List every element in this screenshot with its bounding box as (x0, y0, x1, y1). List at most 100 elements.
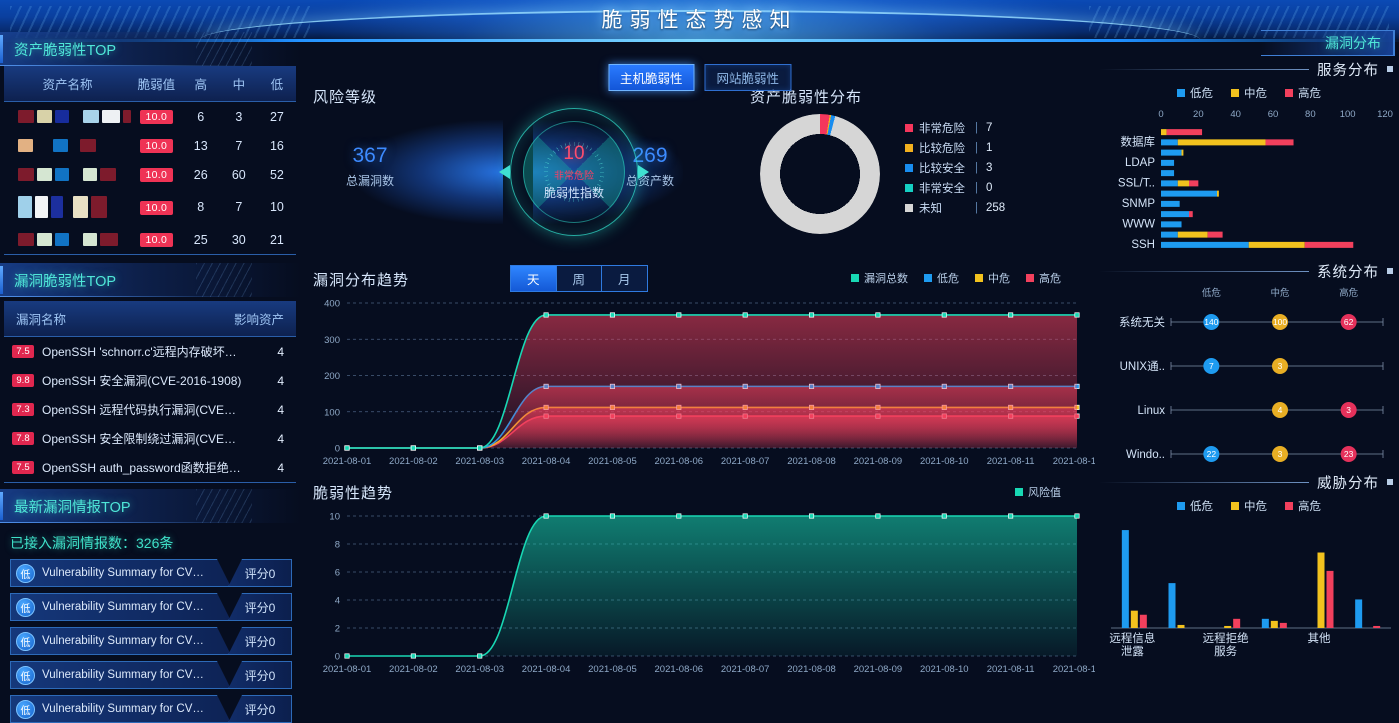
list-item[interactable]: 低 Vulnerability Summary for CV… 评分0 (10, 559, 292, 587)
vuln-affected-assets: 4 (277, 402, 284, 417)
tab-website-vulnerability[interactable]: 网站脆弱性 (704, 64, 792, 91)
svg-text:60: 60 (1268, 109, 1279, 120)
asset-high-count: 13 (193, 138, 208, 153)
legend-item: 比较安全 | 3 (905, 158, 1005, 178)
list-item[interactable]: 7.8 OpenSSH 安全限制绕过漏洞(CVE… 4 (4, 424, 296, 453)
intel-main[interactable]: 低 Vulnerability Summary for CV… (10, 661, 231, 689)
asset-panel-title: 资产脆弱性TOP (14, 42, 117, 59)
legend-label: 非常安全 (919, 183, 965, 195)
asset-medium-count: 60 (231, 167, 246, 182)
asset-name-redacted (4, 131, 131, 160)
intel-name: Vulnerability Summary for CV… (42, 601, 204, 613)
range-day-button[interactable]: 天 (511, 266, 557, 291)
intel-main[interactable]: 低 Vulnerability Summary for CV… (10, 559, 231, 587)
table-row[interactable]: 10.0 13 7 16 (4, 131, 296, 160)
legend-item[interactable]: 低危 (1177, 85, 1213, 101)
legend-item[interactable]: 中危 (1231, 85, 1267, 101)
asset-low-count: 21 (257, 225, 296, 255)
asset-panel-header: 资产脆弱性TOP (0, 32, 300, 66)
svg-text:10: 10 (329, 512, 340, 523)
vuln-name: OpenSSH auth_password函数拒绝… (42, 461, 241, 475)
list-item[interactable]: 7.5 OpenSSH auth_password函数拒绝… 4 (4, 453, 296, 483)
legend-label: 非常危险 (919, 123, 965, 135)
table-row[interactable]: 10.0 8 7 10 (4, 189, 296, 225)
list-item[interactable]: 低 Vulnerability Summary for CV… 评分0 (10, 593, 292, 621)
svg-text:LDAP: LDAP (1125, 157, 1155, 169)
vulnerability-distribution-tag[interactable]: 漏洞分布 (1261, 30, 1395, 56)
legend-item[interactable]: 高危 (1285, 85, 1321, 101)
legend-item[interactable]: 高危 (1026, 270, 1061, 286)
svg-text:2021-08-07: 2021-08-07 (721, 456, 770, 467)
legend-color-swatch (905, 164, 913, 172)
svg-text:0: 0 (335, 444, 340, 455)
svg-text:UNIX通..: UNIX通.. (1120, 360, 1165, 373)
legend-item[interactable]: 低危 (1177, 498, 1213, 514)
intel-main[interactable]: 低 Vulnerability Summary for CV… (10, 593, 231, 621)
table-row[interactable]: 10.0 6 3 27 (4, 102, 296, 132)
svg-text:中危: 中危 (1270, 287, 1290, 299)
legend-item: 比较危险 | 1 (905, 138, 1005, 158)
vuln-score-badge: 7.5 (12, 461, 34, 474)
intel-panel-header: 最新漏洞情报TOP (0, 489, 300, 523)
asset-name-redacted (4, 189, 131, 225)
svg-text:8: 8 (335, 540, 340, 551)
svg-text:22: 22 (1207, 449, 1217, 459)
legend-item[interactable]: 漏洞总数 (851, 270, 908, 286)
list-item[interactable]: 低 Vulnerability Summary for CV… 评分0 (10, 661, 292, 689)
svg-text:200: 200 (324, 371, 340, 382)
legend-label: 中危 (1244, 501, 1267, 513)
vuln-affected-assets: 4 (277, 344, 284, 359)
column-vuln-score: 脆弱值 (131, 66, 182, 102)
vuln-affected-assets: 4 (277, 373, 284, 388)
intel-name: Vulnerability Summary for CV… (42, 669, 204, 681)
range-week-button[interactable]: 周 (556, 266, 603, 291)
svg-text:远程拒绝: 远程拒绝 (1203, 631, 1249, 645)
vulnerability-list: 漏洞名称 影响资产 7.5 OpenSSH 'schnorr.c'远程内存破坏…… (4, 301, 296, 483)
legend-item[interactable]: 风险值 (1015, 484, 1061, 500)
svg-text:2021-08-01: 2021-08-01 (323, 456, 372, 467)
system-distribution-header: 系统分布 (1099, 258, 1399, 284)
legend-label: 高危 (1039, 273, 1061, 285)
vuln-score-badge: 7.3 (12, 403, 34, 416)
svg-text:服务: 服务 (1214, 644, 1237, 658)
asset-medium-count: 30 (219, 225, 258, 255)
legend-item[interactable]: 高危 (1285, 498, 1321, 514)
intel-main[interactable]: 低 Vulnerability Summary for CV… (10, 695, 231, 723)
svg-text:2021-08-03: 2021-08-03 (455, 664, 504, 675)
right-sidebar: 服务分布 低危 中危 高危 0 20 40 60 80 100 120 数据库 LDAP SSL/… (1099, 28, 1399, 703)
list-item[interactable]: 低 Vulnerability Summary for CV… 评分0 (10, 627, 292, 655)
svg-text:2021-08-12: 2021-08-12 (1053, 456, 1095, 467)
asset-score: 10.0 (131, 131, 182, 160)
table-row[interactable]: 10.0 26 60 52 (4, 160, 296, 189)
title-line-decoration (1099, 68, 1309, 70)
tab-host-vulnerability[interactable]: 主机脆弱性 (607, 64, 695, 91)
trend-legend: 漏洞总数 低危 中危 高危 (851, 270, 1061, 286)
intel-main[interactable]: 低 Vulnerability Summary for CV… (10, 627, 231, 655)
legend-label: 高危 (1298, 501, 1321, 513)
trend-range-buttons: 天 周 月 (510, 265, 648, 292)
range-month-button[interactable]: 月 (602, 266, 647, 291)
vulnerability-index-chart: 0 2 4 6 8 10 2021-08-01 2021-08-02 2021-08-03 202… (323, 512, 1095, 676)
risk-level-section: 风险等级 资产脆弱性分布 367 总漏洞数 269 总资产数 10 非常危险 脆… (305, 86, 1095, 261)
service-legend: 低危 中危 高危 (1099, 85, 1399, 101)
legend-item[interactable]: 中危 (975, 270, 1010, 286)
table-row[interactable]: 10.0 25 30 21 (4, 225, 296, 255)
asset-name-redacted (4, 102, 131, 132)
list-item[interactable]: 7.5 OpenSSH 'schnorr.c'远程内存破坏… 4 (4, 337, 296, 366)
legend-item[interactable]: 中危 (1231, 498, 1267, 514)
asset-vulnerability-table: 资产名称 脆弱值 高 中 低 10.0 6 3 27 10.0 13 7 16 … (4, 66, 296, 255)
legend-item[interactable]: 低危 (924, 270, 959, 286)
vuln-name: OpenSSH 'schnorr.c'远程内存破坏… (42, 345, 237, 359)
legend-value: 258 (986, 202, 1006, 214)
svg-text:6: 6 (335, 568, 340, 579)
legend-value: 0 (986, 182, 993, 194)
list-item[interactable]: 9.8 OpenSSH 安全漏洞(CVE-2016-1908) 4 (4, 366, 296, 395)
legend-label: 漏洞总数 (864, 273, 908, 285)
svg-text:2021-08-01: 2021-08-01 (323, 664, 372, 675)
title-line-decoration (1099, 270, 1309, 272)
legend-label: 未知 (919, 203, 942, 215)
list-item[interactable]: 7.3 OpenSSH 远程代码执行漏洞(CVE… 4 (4, 395, 296, 424)
svg-text:数据库: 数据库 (1121, 134, 1156, 148)
intel-score: 评分0 (228, 695, 292, 723)
list-item[interactable]: 低 Vulnerability Summary for CV… 评分0 (10, 695, 292, 723)
